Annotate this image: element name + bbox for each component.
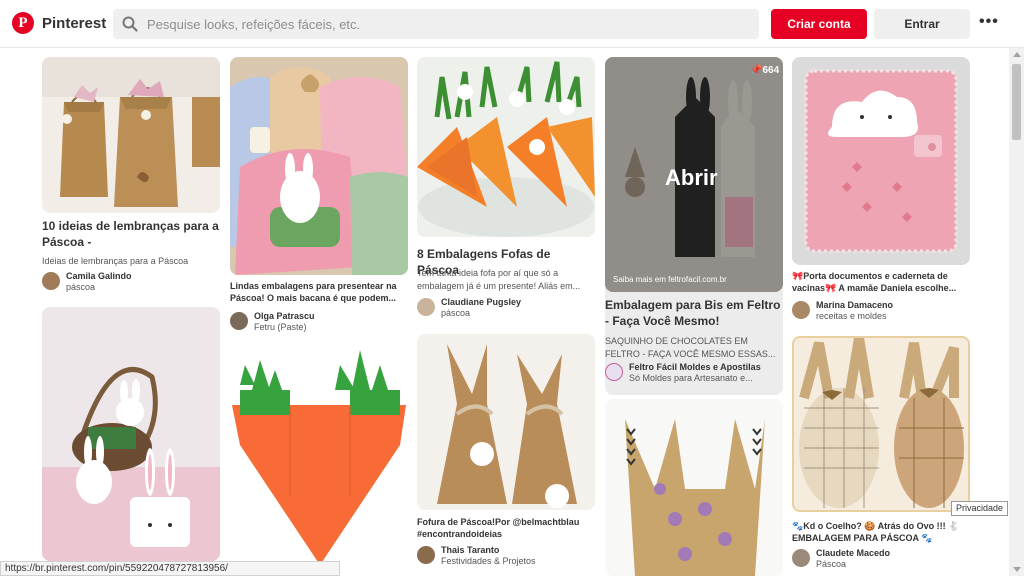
author-name[interactable]: Camila Galindo xyxy=(66,271,132,281)
avatar[interactable] xyxy=(42,272,60,290)
board-name[interactable]: receitas e moldes xyxy=(816,311,887,321)
avatar[interactable] xyxy=(605,363,623,381)
source-link[interactable]: Saiba mais em feltrofacil.com.br xyxy=(613,275,727,284)
pin-count-icon: 📌 xyxy=(750,65,763,76)
pin-card[interactable]: 8 Embalagens Fofas de Páscoa Tem tanta i… xyxy=(417,57,595,323)
pin-title[interactable]: Fofura de Páscoa!Por @belmachtblau #enco… xyxy=(417,516,595,540)
more-options-icon[interactable]: ••• xyxy=(979,13,999,31)
board-name[interactable]: Fetru (Paste) xyxy=(254,322,307,332)
pin-card[interactable] xyxy=(230,345,408,576)
pin-author[interactable]: Thais Taranto Festividades & Projetos xyxy=(417,545,595,567)
author-name[interactable]: Olga Patrascu xyxy=(254,311,315,321)
pin-card[interactable]: 🎀Porta documentos e caderneta de vacinas… xyxy=(792,57,970,327)
board-name[interactable]: páscoa xyxy=(66,282,95,292)
pin-title[interactable]: 🐾Kd o Coelho? 🍪 Atrás do Ovo !!! 🐇 EMBAL… xyxy=(792,520,970,544)
pin-card[interactable]: 10 ideias de lembranças para a Páscoa - … xyxy=(42,57,220,297)
pin-author[interactable]: Claudiane Pugsley páscoa xyxy=(417,297,595,319)
pin-image[interactable] xyxy=(417,57,595,237)
save-count: 📌664 xyxy=(750,65,780,76)
avatar[interactable] xyxy=(792,549,810,567)
scroll-up-icon[interactable] xyxy=(1013,52,1021,57)
author-name[interactable]: Marina Damaceno xyxy=(816,300,893,310)
board-name[interactable]: páscoa xyxy=(441,308,470,318)
privacy-tooltip[interactable]: Privacidade xyxy=(951,501,1008,516)
pin-author[interactable]: Olga Patrascu Fetru (Paste) xyxy=(230,311,408,333)
pin-author[interactable]: Feltro Fácil Moldes e Apostilas Só Molde… xyxy=(605,362,783,384)
author-name[interactable]: Thais Taranto xyxy=(441,545,499,555)
pin-image[interactable] xyxy=(42,57,220,213)
pin-image[interactable] xyxy=(417,334,595,510)
pin-title[interactable]: Embalagem para Bis em Feltro - Faça Você… xyxy=(605,297,783,329)
pin-description: Ideias de lembranças para a Páscoa xyxy=(42,256,189,266)
board-name[interactable]: Só Moldes para Artesanato e... xyxy=(629,373,753,383)
author-name[interactable]: Claudiane Pugsley xyxy=(441,297,521,307)
author-name[interactable]: Feltro Fácil Moldes e Apostilas xyxy=(629,362,761,372)
open-button[interactable]: Abrir xyxy=(665,165,718,191)
pin-image[interactable] xyxy=(42,307,220,561)
pin-card[interactable]: 🐾Kd o Coelho? 🍪 Atrás do Ovo !!! 🐇 EMBAL… xyxy=(792,336,970,576)
top-header: P Pinterest Pesquise looks, refeições fá… xyxy=(0,0,1024,48)
search-input[interactable]: Pesquise looks, refeições fáceis, etc. xyxy=(113,9,759,39)
scrollbar-thumb[interactable] xyxy=(1012,64,1021,140)
pin-image[interactable] xyxy=(230,57,408,275)
board-name[interactable]: Páscoa xyxy=(816,559,846,569)
pin-title[interactable]: Lindas embalagens para presentear na Pás… xyxy=(230,280,408,304)
avatar[interactable] xyxy=(792,301,810,319)
login-button[interactable]: Entrar xyxy=(874,9,970,39)
pin-image[interactable] xyxy=(605,399,783,576)
avatar[interactable] xyxy=(417,298,435,316)
pin-author[interactable]: Claudete Macedo Páscoa xyxy=(792,548,970,570)
search-placeholder: Pesquise looks, refeições fáceis, etc. xyxy=(147,17,361,32)
pin-card[interactable]: Lindas embalagens para presentear na Pás… xyxy=(230,57,408,337)
scroll-down-icon[interactable] xyxy=(1013,567,1021,572)
avatar[interactable] xyxy=(417,546,435,564)
pin-description: SAQUINHO DE CHOCOLATES EM FELTRO - FAÇA … xyxy=(605,336,776,359)
brand-name[interactable]: Pinterest xyxy=(42,15,106,32)
author-name[interactable]: Claudete Macedo xyxy=(816,548,890,558)
pin-author[interactable]: Camila Galindo páscoa xyxy=(42,271,220,293)
page-scrollbar[interactable] xyxy=(1009,48,1024,576)
pin-image[interactable] xyxy=(230,345,408,576)
pin-title[interactable]: 10 ideias de lembranças para a Páscoa - xyxy=(42,218,220,250)
status-bar-url: https://br.pinterest.com/pin/55922047872… xyxy=(0,561,340,576)
avatar[interactable] xyxy=(230,312,248,330)
board-name[interactable]: Festividades & Projetos xyxy=(441,556,536,566)
pin-image[interactable] xyxy=(792,336,970,512)
pin-card-hovered[interactable]: 📌664 Abrir Saiba mais em feltrofacil.com… xyxy=(605,57,783,395)
pin-author[interactable]: Marina Damaceno receitas e moldes xyxy=(792,300,970,322)
pin-card[interactable] xyxy=(605,399,783,576)
pin-image[interactable] xyxy=(792,57,970,265)
pinterest-logo-icon[interactable]: P xyxy=(12,12,34,34)
pin-title[interactable]: 🎀Porta documentos e caderneta de vacinas… xyxy=(792,270,970,294)
search-icon xyxy=(122,16,138,32)
pin-card[interactable] xyxy=(42,307,220,561)
signup-button[interactable]: Criar conta xyxy=(771,9,867,39)
pin-description: Tem tanta ideia fofa por aí que só a emb… xyxy=(417,268,581,291)
pin-card[interactable]: Fofura de Páscoa!Por @belmachtblau #enco… xyxy=(417,334,595,576)
